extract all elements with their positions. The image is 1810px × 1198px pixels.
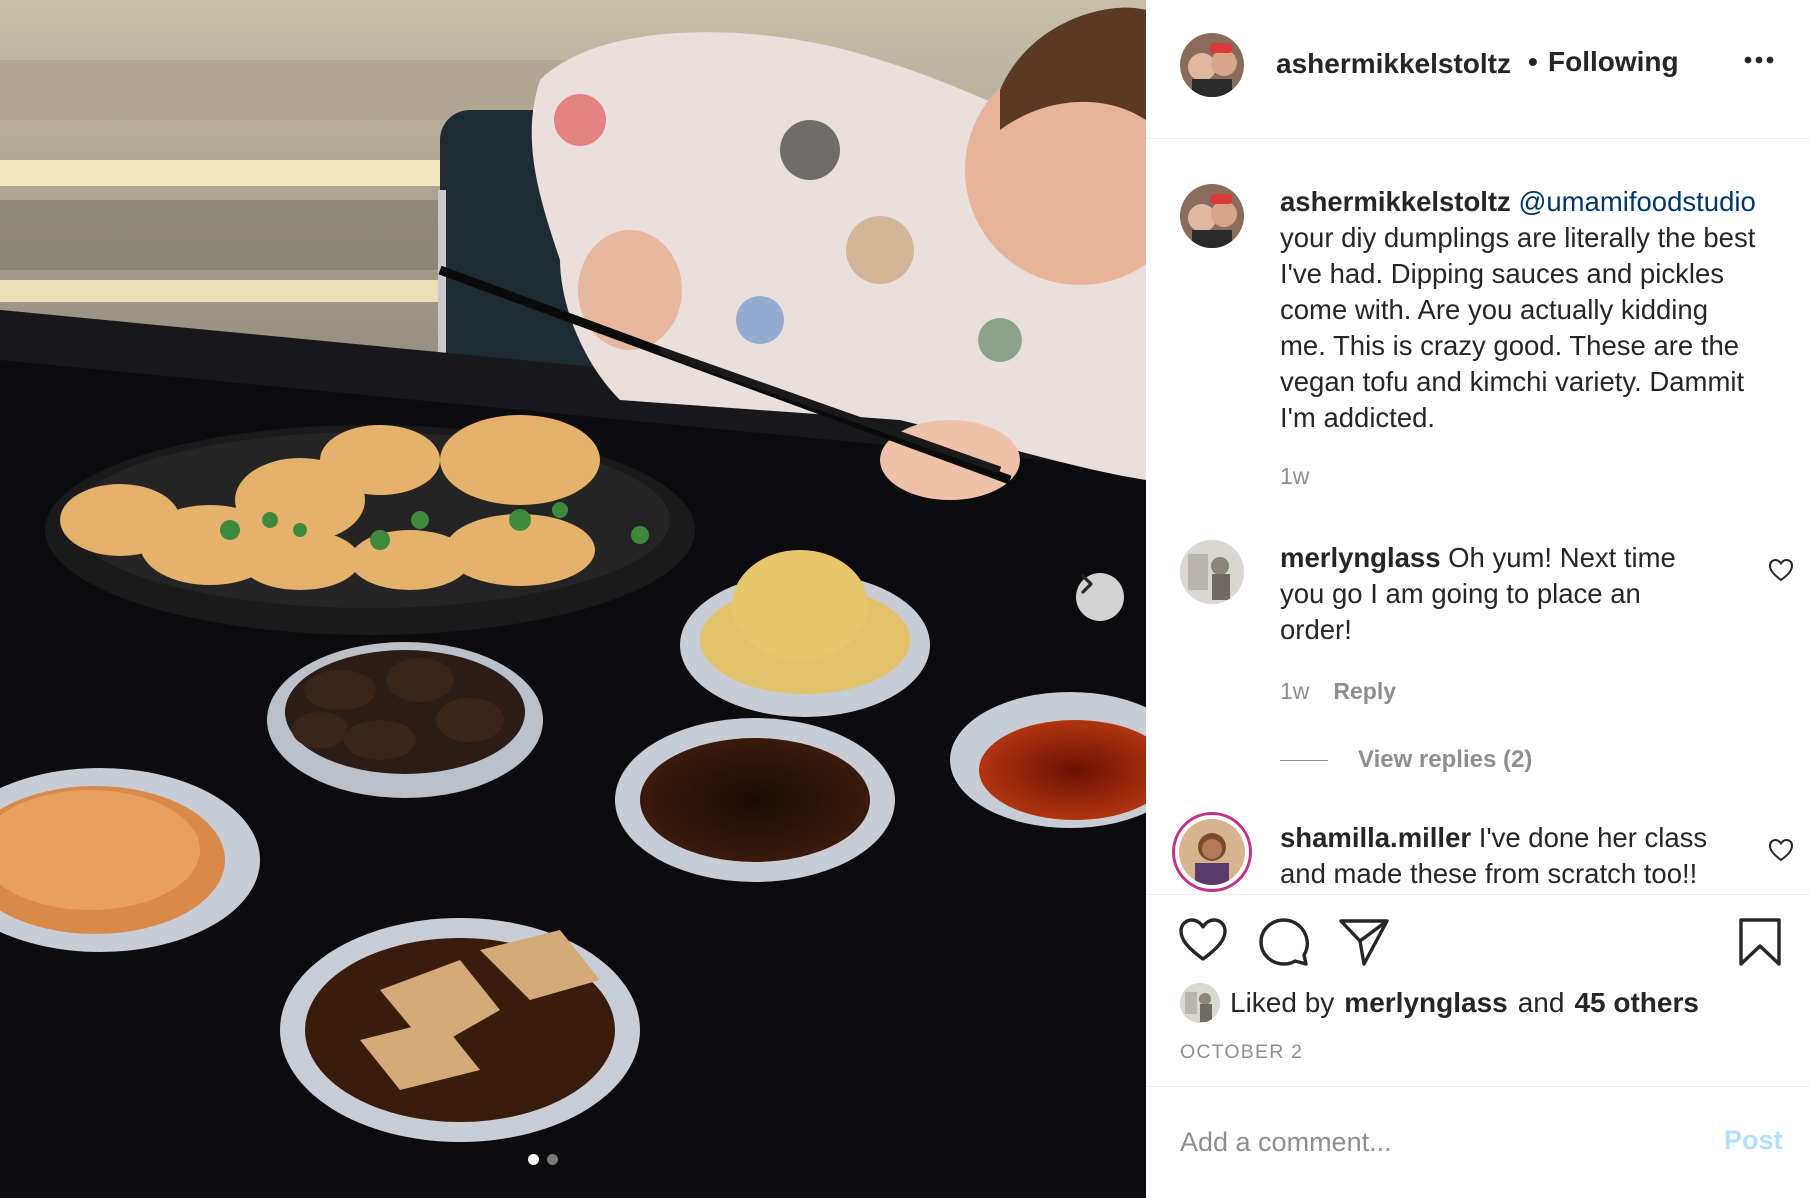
comment-meta: 1w Reply [1280, 678, 1396, 705]
comment-avatar[interactable] [1180, 540, 1244, 604]
comment-like-button[interactable] [1768, 558, 1794, 587]
caption-line: vegan tofu and kimchi variety. Dammit [1280, 366, 1745, 397]
author-username[interactable]: ashermikkelstoltz [1276, 48, 1511, 80]
chevron-right-icon [1081, 574, 1093, 594]
more-horizontal-icon [1744, 56, 1774, 64]
likes-others[interactable]: 45 others [1574, 987, 1699, 1019]
paper-plane-icon [1339, 919, 1389, 966]
carousel-dot-active[interactable] [528, 1154, 539, 1165]
heart-icon [1179, 918, 1227, 961]
avatar-image [1180, 184, 1244, 248]
post-photo[interactable] [0, 0, 1146, 1198]
carousel-indicator [528, 1154, 558, 1165]
caption-line: I've had. Dipping sauces and pickles [1280, 258, 1724, 289]
avatar-image [1180, 540, 1244, 604]
post-side-panel: ashermikkelstoltz • Following ashermikke… [1146, 0, 1810, 1198]
likes-summary: Liked by merlynglass and 45 others [1180, 983, 1699, 1023]
story-avatar[interactable] [1172, 812, 1252, 892]
like-button[interactable] [1178, 917, 1228, 968]
comment-text: shamilla.miller I've done her class and … [1280, 820, 1780, 892]
view-replies-divider [1280, 759, 1328, 761]
add-comment-bar: Post [1146, 1086, 1810, 1198]
food-photo-illustration [0, 0, 1146, 1198]
carousel-dot[interactable] [547, 1154, 558, 1165]
caption-mention[interactable]: @umamifoodstudio [1518, 186, 1755, 217]
post-date[interactable]: OCTOBER 2 [1180, 1041, 1303, 1064]
comment-text: merlynglass Oh yum! Next time you go I a… [1280, 540, 1780, 648]
comment-line: I've done her class [1478, 822, 1708, 853]
more-options-button[interactable] [1744, 52, 1774, 70]
following-button[interactable]: Following [1548, 46, 1679, 78]
avatar-image [1179, 819, 1245, 885]
caption-text: ashermikkelstoltz @umamifoodstudio your … [1280, 184, 1780, 436]
comment-line: order! [1280, 614, 1352, 645]
view-replies-button[interactable]: View replies (2) [1280, 746, 1532, 774]
post-actions: Liked by merlynglass and 45 others OCTOB… [1146, 894, 1810, 1086]
caption-age[interactable]: 1w [1280, 463, 1309, 490]
caption-line: come with. Are you actually kidding [1280, 294, 1708, 325]
comment-username[interactable]: shamilla.miller [1280, 822, 1471, 853]
comment-icon [1259, 918, 1310, 966]
comment-like-button[interactable] [1768, 838, 1794, 867]
comment-input[interactable] [1180, 1117, 1680, 1167]
caption-line: me. This is crazy good. These are the [1280, 330, 1740, 361]
comment-age[interactable]: 1w [1280, 678, 1309, 705]
save-button[interactable] [1738, 917, 1782, 972]
caption-username[interactable]: ashermikkelstoltz [1280, 186, 1511, 217]
share-button[interactable] [1338, 917, 1390, 972]
likes-prefix: Liked by [1230, 987, 1335, 1018]
caption-meta: 1w [1280, 463, 1309, 490]
likes-user[interactable]: merlynglass [1344, 987, 1507, 1019]
comment-username[interactable]: merlynglass [1280, 542, 1441, 573]
heart-outline-icon [1768, 558, 1794, 582]
caption-line: I'm addicted. [1280, 402, 1436, 433]
avatar-image [1180, 983, 1220, 1023]
caption-avatar[interactable] [1180, 184, 1244, 248]
comment-button[interactable] [1258, 917, 1310, 972]
comment-line: and made these from scratch too!! [1280, 858, 1698, 889]
comment-line: Oh yum! Next time [1448, 542, 1676, 573]
comments-list[interactable]: ashermikkelstoltz @umamifoodstudio your … [1146, 140, 1810, 894]
liker-avatar[interactable] [1180, 983, 1220, 1023]
view-replies-label: View replies (2) [1358, 746, 1533, 773]
heart-outline-icon [1768, 838, 1794, 862]
header-separator: • [1528, 46, 1538, 77]
carousel-next-button[interactable] [1076, 573, 1124, 621]
post-header: ashermikkelstoltz • Following [1146, 0, 1810, 139]
bookmark-icon [1739, 918, 1781, 966]
comment-line: you go I am going to place an [1280, 578, 1641, 609]
caption-line: your diy dumplings are literally the bes… [1280, 222, 1756, 253]
post-comment-button[interactable]: Post [1724, 1125, 1783, 1156]
likes-middle: and [1517, 987, 1565, 1018]
reply-button[interactable]: Reply [1333, 678, 1396, 705]
author-avatar[interactable] [1180, 33, 1244, 97]
avatar-image [1180, 33, 1244, 97]
